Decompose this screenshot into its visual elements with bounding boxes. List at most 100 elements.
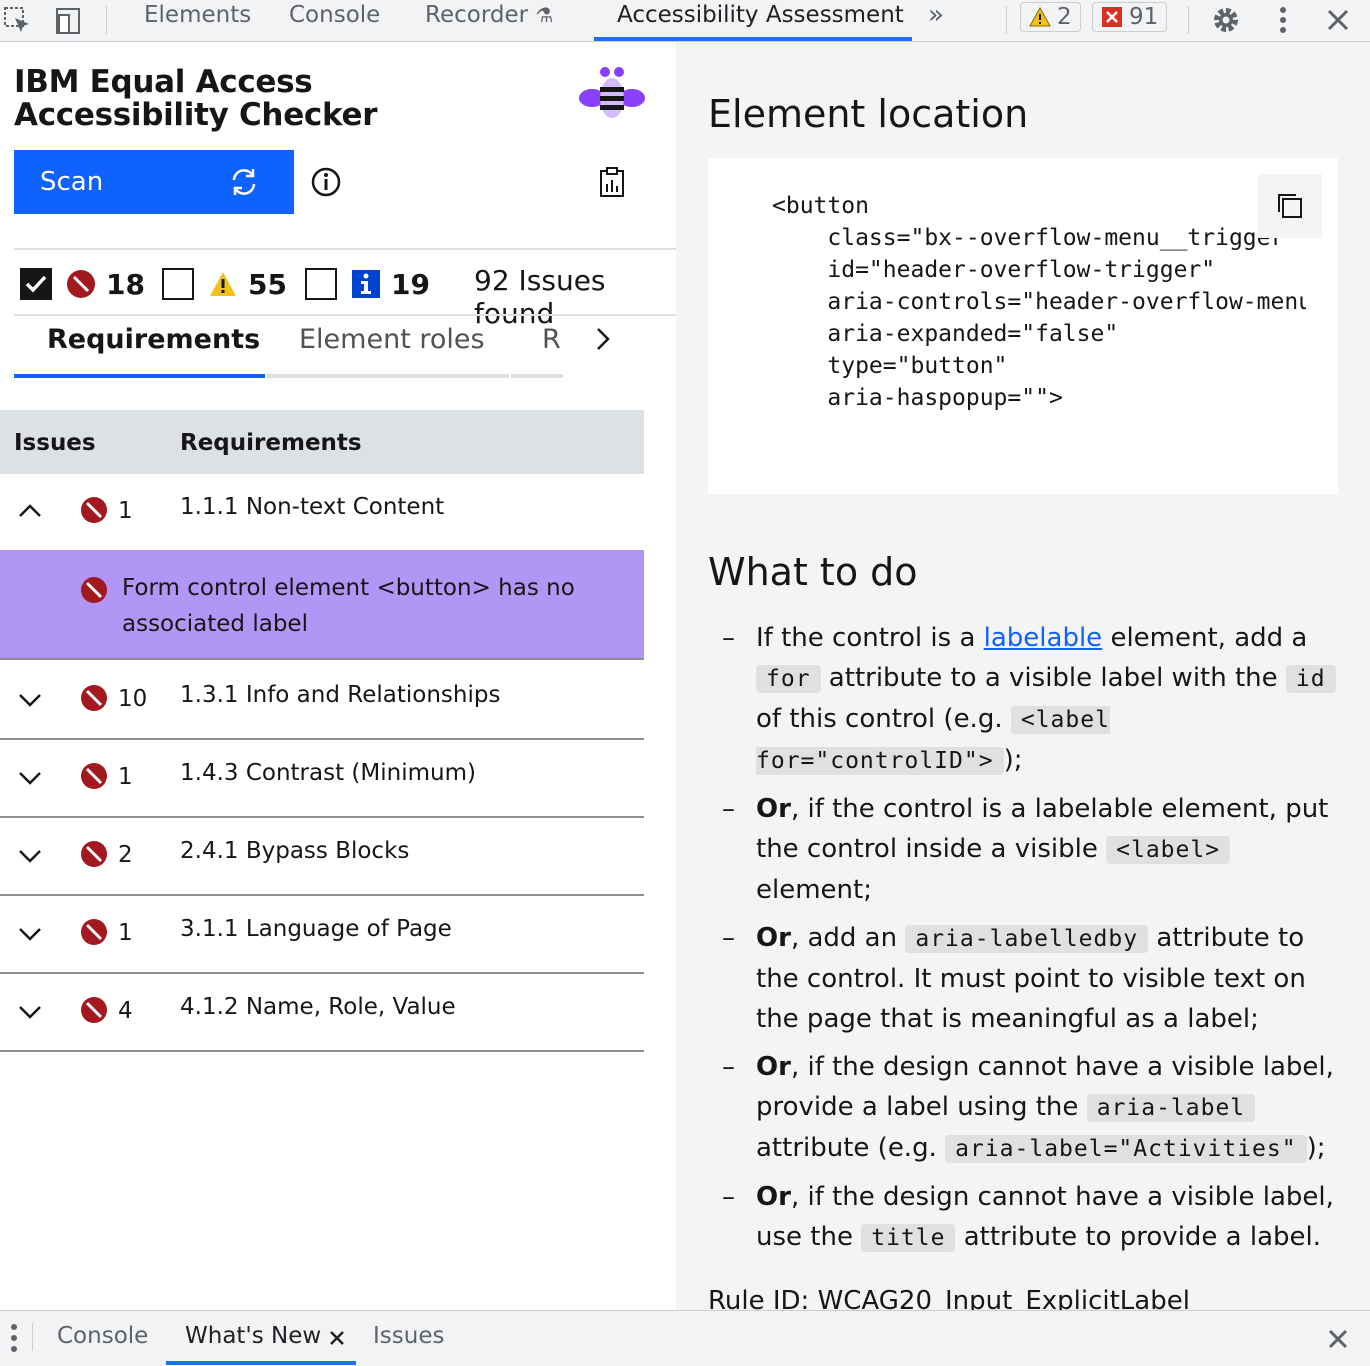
list-item: If the control is a labelable element, a…	[722, 618, 1342, 781]
tab-rules[interactable]: R	[542, 324, 561, 368]
tab-requirements[interactable]: Requirements	[47, 324, 260, 368]
requirement-label: 1.4.3 Contrast (Minimum)	[180, 760, 476, 786]
tab-console[interactable]: Console	[289, 0, 380, 40]
copy-code-button[interactable]	[1258, 174, 1322, 238]
checker-left-panel: IBM Equal Access Accessibility Checker S…	[0, 42, 676, 1310]
tab-element-roles[interactable]: Element roles	[299, 324, 485, 368]
warnings-badge[interactable]: 2	[1020, 2, 1081, 32]
device-toolbar-icon[interactable]	[50, 0, 88, 40]
settings-gear-icon[interactable]	[1206, 0, 1246, 40]
violation-icon	[81, 841, 107, 867]
requirement-label: 1.3.1 Info and Relationships	[180, 682, 501, 708]
list-item: Or, add an aria-labelledby attribute to …	[722, 918, 1342, 1039]
chevron-down-icon[interactable]	[18, 692, 42, 708]
issues-table-header: Issues Requirements	[0, 410, 644, 474]
bee-logo-icon	[579, 67, 645, 118]
active-view-tab-indicator	[14, 374, 265, 378]
tab-accessibility-assessment[interactable]: Accessibility Assessment	[617, 0, 904, 40]
warning-icon	[1029, 7, 1051, 27]
requirement-label: 3.1.1 Language of Page	[180, 916, 452, 942]
requirement-row[interactable]: 1 3.1.1 Language of Page	[0, 896, 644, 974]
violation-icon	[81, 997, 107, 1023]
inspect-element-icon[interactable]	[0, 0, 34, 40]
violation-icon	[81, 919, 107, 945]
element-code: <button class="bx--overflow-menu__trigge…	[772, 193, 1306, 411]
issues-found-summary: 92 Issues found	[474, 264, 606, 330]
requirement-row[interactable]: 2 2.4.1 Bypass Blocks	[0, 818, 644, 896]
violations-checkbox[interactable]	[20, 268, 52, 300]
issue-count: 2	[118, 842, 133, 868]
errors-count: 91	[1129, 4, 1159, 30]
drawer-tab-issues[interactable]: Issues	[373, 1323, 444, 1349]
tab-elements[interactable]: Elements	[144, 0, 251, 40]
issue-count: 1	[118, 920, 133, 946]
flask-icon: ⚗	[535, 3, 554, 27]
list-item: Or, if the design cannot have a visible …	[722, 1177, 1342, 1258]
errors-badge[interactable]: 91	[1092, 2, 1168, 32]
drawer-tab-console[interactable]: Console	[57, 1323, 148, 1349]
needs-review-filter[interactable]: 55	[162, 260, 287, 308]
divider	[14, 314, 676, 316]
app-title-line-2: Accessibility Checker	[14, 97, 378, 133]
chevron-down-icon[interactable]	[18, 770, 42, 786]
recommendation-icon	[352, 270, 380, 298]
recommendations-checkbox[interactable]	[305, 268, 337, 300]
refresh-icon	[232, 169, 256, 195]
copy-icon	[1278, 194, 1302, 218]
view-tab-underline	[511, 374, 563, 378]
needs-review-count: 55	[248, 267, 287, 301]
tab-recorder-label: Recorder	[425, 2, 529, 28]
drawer-active-tab-indicator	[166, 1361, 356, 1365]
selected-issue-row[interactable]: Form control element <button> has no ass…	[0, 550, 644, 660]
chevron-up-icon[interactable]	[18, 502, 42, 518]
issue-count: 4	[118, 998, 133, 1024]
help-detail-panel: Element location <button class="bx--over…	[676, 42, 1370, 1310]
devtools-toolbar: Elements Console Recorder ⚗ Accessibilit…	[0, 0, 1370, 42]
scan-button-label: Scan	[40, 167, 104, 197]
issue-count: 1	[118, 498, 133, 524]
violation-icon	[81, 763, 107, 789]
more-options-icon[interactable]	[1266, 0, 1300, 40]
close-drawer-icon[interactable]	[1328, 1329, 1348, 1349]
violation-icon	[81, 577, 107, 603]
divider	[14, 248, 676, 250]
report-clipboard-icon[interactable]	[598, 166, 626, 198]
close-tab-icon[interactable]	[330, 1331, 344, 1345]
list-item: Or, if the control is a labelable elemen…	[722, 789, 1342, 910]
column-header-issues: Issues	[14, 430, 96, 456]
close-devtools-icon[interactable]	[1320, 0, 1356, 40]
recommendations-filter[interactable]: 19	[305, 260, 430, 308]
scan-button[interactable]: Scan	[14, 150, 294, 214]
chevron-down-icon[interactable]	[18, 848, 42, 864]
requirement-label: 4.1.2 Name, Role, Value	[180, 994, 456, 1020]
violation-icon	[81, 497, 107, 523]
labelable-link[interactable]: labelable	[984, 623, 1103, 653]
rule-id: Rule ID: WCAG20_Input_ExplicitLabel	[708, 1286, 1190, 1310]
needs-review-icon	[210, 272, 236, 296]
requirement-label: 2.4.1 Bypass Blocks	[180, 838, 410, 864]
error-icon	[1102, 7, 1122, 27]
drawer-menu-icon[interactable]	[10, 1323, 18, 1353]
needs-review-checkbox[interactable]	[162, 268, 194, 300]
list-item: Or, if the design cannot have a visible …	[722, 1047, 1342, 1169]
requirement-row[interactable]: 4 4.1.2 Name, Role, Value	[0, 974, 644, 1052]
tab-recorder[interactable]: Recorder ⚗	[425, 0, 553, 40]
info-icon[interactable]	[310, 166, 342, 198]
drawer-tab-whats-new[interactable]: What's New	[185, 1323, 321, 1349]
requirement-row[interactable]: 1 1.1.1 Non-text Content	[0, 474, 644, 550]
chevron-down-icon[interactable]	[18, 926, 42, 942]
violation-icon	[81, 685, 107, 711]
what-to-do-list: If the control is a labelable element, a…	[722, 618, 1342, 1266]
violation-icon	[67, 270, 95, 298]
requirement-row[interactable]: 1 1.4.3 Contrast (Minimum)	[0, 740, 644, 818]
drawer-toolbar: Console What's New Issues	[0, 1310, 1370, 1366]
more-tabs-button[interactable]: »	[928, 0, 944, 40]
app-title: IBM Equal Access Accessibility Checker	[14, 66, 414, 132]
view-tab-underline	[267, 374, 509, 378]
chevron-down-icon[interactable]	[18, 1004, 42, 1020]
chevron-right-icon[interactable]	[594, 326, 612, 352]
violations-filter[interactable]: 18	[20, 260, 145, 308]
what-to-do-title: What to do	[708, 550, 918, 594]
requirement-label: 1.1.1 Non-text Content	[180, 494, 445, 520]
requirement-row[interactable]: 10 1.3.1 Info and Relationships	[0, 662, 644, 740]
